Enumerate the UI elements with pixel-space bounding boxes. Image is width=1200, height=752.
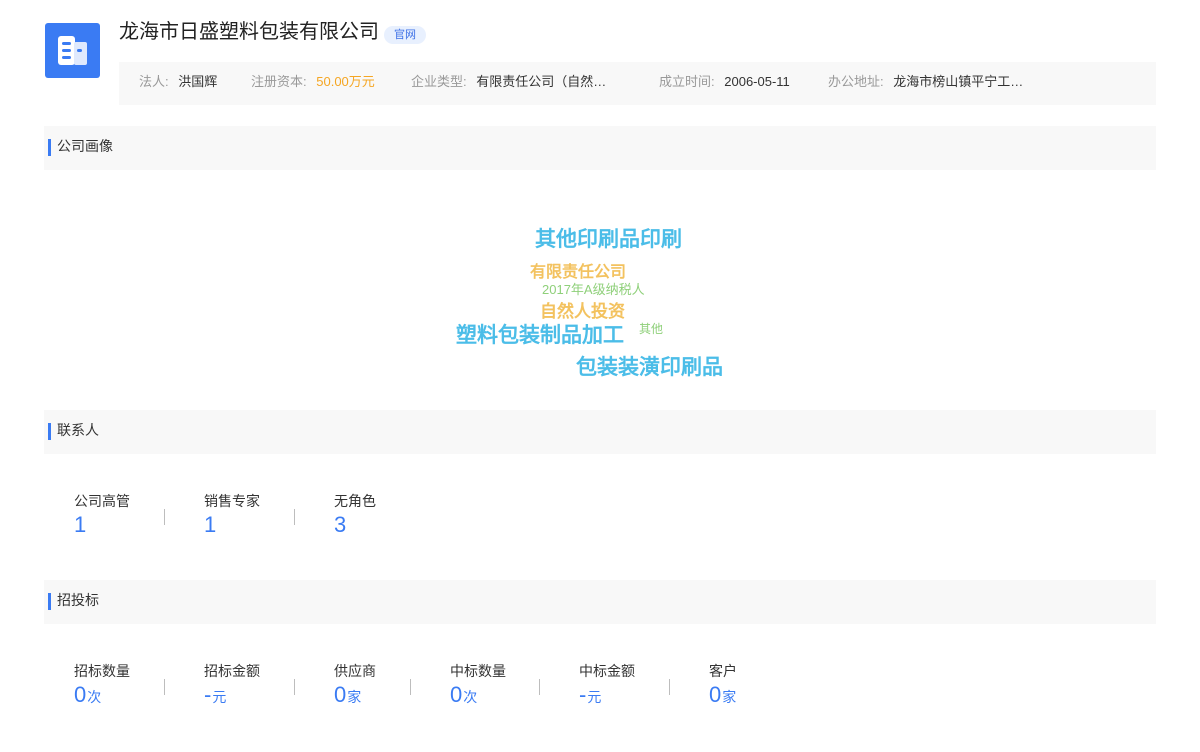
section-title: 公司画像 bbox=[57, 138, 113, 154]
stat-label: 客户 bbox=[709, 663, 737, 679]
stat-value[interactable]: - bbox=[579, 682, 586, 707]
stat-label: 供应商 bbox=[334, 663, 376, 679]
stat-unit: 家 bbox=[347, 689, 362, 705]
stat-label: 公司高管 bbox=[74, 493, 130, 509]
stat-value[interactable]: 0 bbox=[709, 682, 721, 707]
stat-value[interactable]: 0 bbox=[450, 682, 462, 707]
tag-word[interactable]: 2017年A级纳税人 bbox=[542, 279, 645, 298]
address-label: 办公地址: bbox=[828, 74, 884, 89]
stat-label: 中标金额 bbox=[579, 663, 635, 679]
stat-label: 中标数量 bbox=[450, 663, 506, 679]
tag-word[interactable]: 塑料包装制品加工 bbox=[456, 319, 624, 349]
founded-value: 2006-05-11 bbox=[724, 74, 790, 89]
building-icon bbox=[58, 36, 87, 65]
tag-word-cloud: 其他印刷品印刷 有限责任公司 2017年A级纳税人 自然人投资 塑料包装制品加工… bbox=[0, 170, 1200, 410]
company-name: 龙海市日盛塑料包装有限公司 bbox=[119, 21, 379, 43]
founded-date: 成立时间: 2006-05-11 bbox=[659, 62, 790, 102]
tag-word[interactable]: 其他印刷品印刷 bbox=[535, 223, 682, 253]
section-title: 招投标 bbox=[57, 592, 99, 608]
bid-stat-tender-count[interactable]: 招标数量 0次 bbox=[74, 662, 130, 710]
divider bbox=[164, 679, 165, 695]
divider bbox=[294, 509, 295, 525]
stat-value[interactable]: 0 bbox=[74, 682, 86, 707]
tag-word[interactable]: 包装装潢印刷品 bbox=[576, 351, 723, 381]
divider bbox=[539, 679, 540, 695]
stat-label: 无角色 bbox=[334, 493, 376, 509]
divider bbox=[410, 679, 411, 695]
contact-stat-executives[interactable]: 公司高管 1 bbox=[74, 492, 130, 538]
official-site-badge[interactable]: 官网 bbox=[384, 26, 426, 44]
legal-person-value[interactable]: 洪国辉 bbox=[178, 74, 217, 89]
stat-value[interactable]: 3 bbox=[334, 512, 376, 538]
divider bbox=[669, 679, 670, 695]
divider bbox=[294, 679, 295, 695]
bid-stat-tender-amount[interactable]: 招标金额 -元 bbox=[204, 662, 260, 710]
stat-value[interactable]: - bbox=[204, 682, 211, 707]
stat-label: 招标数量 bbox=[74, 663, 130, 679]
section-marker bbox=[48, 139, 51, 156]
section-marker bbox=[48, 423, 51, 440]
founded-label: 成立时间: bbox=[659, 74, 715, 89]
bid-stat-win-amount[interactable]: 中标金额 -元 bbox=[579, 662, 635, 710]
type-value: 有限责任公司（自然… bbox=[476, 74, 607, 89]
bid-stat-customers[interactable]: 客户 0家 bbox=[709, 662, 737, 710]
stat-unit: 次 bbox=[87, 689, 102, 705]
stat-value[interactable]: 1 bbox=[204, 512, 260, 538]
stat-label: 招标金额 bbox=[204, 663, 260, 679]
stat-unit: 家 bbox=[722, 689, 737, 705]
stat-label: 销售专家 bbox=[204, 493, 260, 509]
company-logo bbox=[45, 23, 100, 78]
divider bbox=[164, 509, 165, 525]
contact-stat-sales[interactable]: 销售专家 1 bbox=[204, 492, 260, 538]
company-info-bar: 法人: 洪国辉 注册资本: 50.00万元 企业类型: 有限责任公司（自然… 成… bbox=[119, 62, 1156, 105]
legal-person: 法人: 洪国辉 bbox=[139, 62, 217, 102]
type-label: 企业类型: bbox=[411, 74, 467, 89]
capital-value: 50.00万元 bbox=[316, 74, 375, 89]
registered-capital: 注册资本: 50.00万元 bbox=[251, 62, 375, 102]
section-marker bbox=[48, 593, 51, 610]
section-title: 联系人 bbox=[57, 422, 99, 438]
bid-stat-win-count[interactable]: 中标数量 0次 bbox=[450, 662, 506, 710]
stat-unit: 元 bbox=[212, 689, 227, 705]
stat-unit: 元 bbox=[587, 689, 602, 705]
office-address: 办公地址: 龙海市榜山镇平宁工… bbox=[828, 62, 1023, 102]
contact-stat-no-role[interactable]: 无角色 3 bbox=[334, 492, 376, 538]
stat-unit: 次 bbox=[463, 689, 478, 705]
company-type: 企业类型: 有限责任公司（自然… bbox=[411, 62, 606, 102]
stat-value[interactable]: 0 bbox=[334, 682, 346, 707]
legal-person-label: 法人: bbox=[139, 74, 169, 89]
capital-label: 注册资本: bbox=[251, 74, 307, 89]
address-value: 龙海市榜山镇平宁工… bbox=[893, 74, 1024, 89]
section-company-portrait: 公司画像 bbox=[44, 126, 1156, 170]
bid-stat-suppliers[interactable]: 供应商 0家 bbox=[334, 662, 376, 710]
tag-word[interactable]: 其他 bbox=[639, 320, 663, 337]
section-bidding: 招投标 bbox=[44, 580, 1156, 624]
stat-value[interactable]: 1 bbox=[74, 512, 130, 538]
section-contacts: 联系人 bbox=[44, 410, 1156, 454]
